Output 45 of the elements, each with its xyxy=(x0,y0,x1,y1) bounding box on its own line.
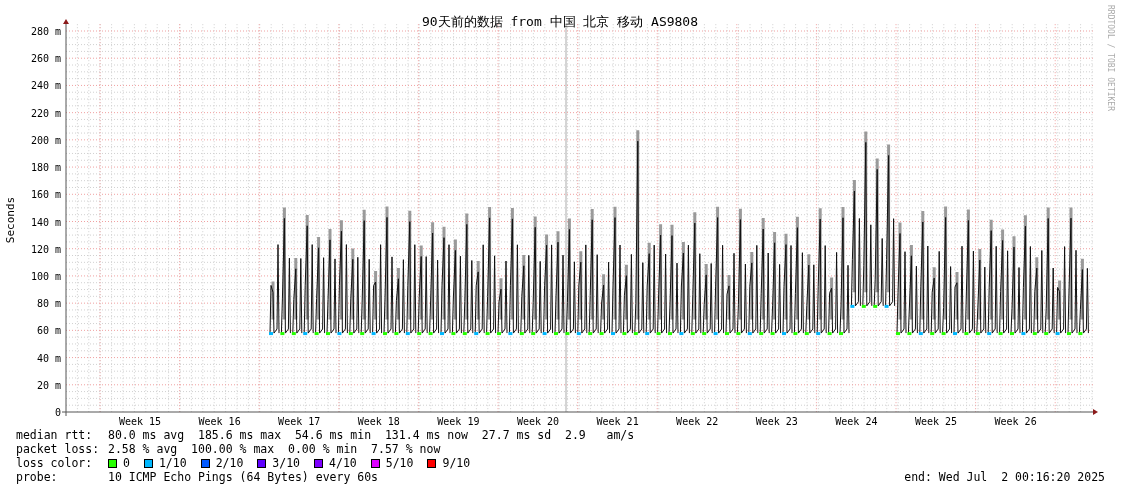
legend-label: probe: xyxy=(16,470,59,484)
legend-value: 80.0 ms avg 185.6 ms max 54.6 ms min 131.4 ms now 27.7 ms sd 2.9 am/s xyxy=(108,428,635,442)
y-tick-label: 140 m xyxy=(30,216,61,228)
x-tick-label: Week 25 xyxy=(914,416,958,427)
probe-text: 10 ICMP Echo Pings (64 Bytes) every 60s xyxy=(108,470,379,484)
legend-value: 2.58 % avg 100.00 % max 0.00 % min 7.57 % now xyxy=(108,442,441,456)
x-tick-label: Week 22 xyxy=(676,416,719,427)
y-tick-label: 120 m xyxy=(30,243,61,255)
y-tick-label: 80 m xyxy=(36,298,61,310)
y-tick-label: 0 xyxy=(54,407,61,418)
x-tick-label: Week 17 xyxy=(278,416,321,427)
x-tick-label: Week 20 xyxy=(516,416,560,427)
x-tick-label: Week 15 xyxy=(118,416,162,427)
x-tick-label: Week 18 xyxy=(357,416,400,427)
loss-level-label: 4/10 xyxy=(329,456,357,470)
y-tick-label: 240 m xyxy=(30,80,61,92)
legend-label: median rtt: xyxy=(16,428,94,442)
y-tick-label: 100 m xyxy=(30,270,61,282)
y-tick-label: 180 m xyxy=(30,162,61,174)
legend-label: packet loss: xyxy=(16,442,101,456)
chart-title: 90天前的数据 from 中国 北京 移动 AS9808 xyxy=(421,14,699,29)
y-tick-label: 260 m xyxy=(30,53,61,65)
y-tick-label: 160 m xyxy=(30,189,61,201)
y-tick-label: 20 m xyxy=(36,379,61,391)
watermark-text: RRDTOOL / TOBI OETIKER xyxy=(1106,5,1115,111)
loss-level-label: 5/10 xyxy=(385,456,414,470)
end-time: end: Wed Jul 2 00:16:20 2025 xyxy=(904,470,1105,484)
y-tick-label: 220 m xyxy=(30,107,61,119)
y-tick-label: 200 m xyxy=(30,134,61,146)
loss-level-label: 2/10 xyxy=(215,456,244,470)
y-tick-label: 40 m xyxy=(36,352,61,364)
loss-level-label: 1/10 xyxy=(158,456,187,470)
y-axis-label: Seconds xyxy=(4,196,17,244)
x-tick-label: Week 21 xyxy=(596,416,639,427)
x-tick-label: Week 16 xyxy=(198,416,241,427)
y-tick-label: 280 m xyxy=(30,26,61,37)
x-tick-label: Week 23 xyxy=(755,416,798,427)
x-tick-label: Week 24 xyxy=(835,416,878,427)
loss-level-label: 3/10 xyxy=(272,456,301,470)
loss-level-label: 9/10 xyxy=(442,456,471,470)
y-tick-label: 60 m xyxy=(36,325,61,337)
x-tick-label: Week 19 xyxy=(437,416,480,427)
x-tick-label: Week 26 xyxy=(994,416,1037,427)
legend-label: loss color: xyxy=(16,456,94,470)
loss-level-label: 0 xyxy=(123,456,130,470)
